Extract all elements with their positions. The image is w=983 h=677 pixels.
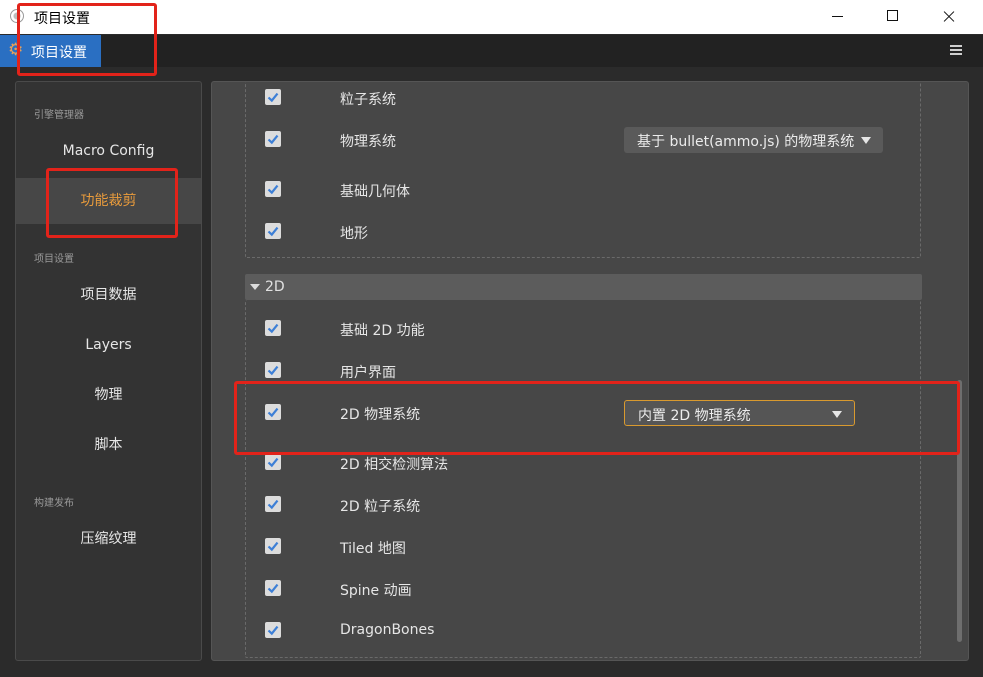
annotation-box-title: [17, 3, 157, 76]
row-label: 基础几何体: [340, 184, 410, 200]
annotation-box-sidebar: [46, 168, 178, 238]
row-label: Tiled 地图: [340, 541, 406, 557]
sidebar-section-title: 项目设置: [34, 254, 74, 265]
sidebar-item-physics[interactable]: 物理: [16, 372, 201, 418]
sidebar-item-texture-compression[interactable]: 压缩纹理: [16, 516, 201, 562]
checkbox-tiled-map[interactable]: [265, 538, 281, 554]
list-item: 基础 2D 功能: [245, 314, 921, 344]
list-item: 2D 粒子系统: [245, 490, 921, 520]
checkbox-primitives[interactable]: [265, 181, 281, 197]
feature-cropping-panel: 粒子系统 物理系统 基于 bullet(ammo.js) 的物理系统 基础几何体…: [211, 81, 969, 661]
checkbox-dragonbones[interactable]: [265, 622, 281, 638]
row-label: 2D 粒子系统: [340, 499, 421, 515]
checkbox-spine[interactable]: [265, 580, 281, 596]
group-2d-box: [245, 300, 921, 658]
list-item: 物理系统 基于 bullet(ammo.js) 的物理系统: [245, 125, 921, 155]
row-label: 2D 相交检测算法: [340, 457, 449, 473]
minimize-button[interactable]: [815, 0, 861, 34]
sidebar-item-scripts[interactable]: 脚本: [16, 422, 201, 468]
hamburger-menu-icon[interactable]: [950, 45, 962, 55]
checkbox-physics-system[interactable]: [265, 131, 281, 147]
row-label: 物理系统: [340, 134, 396, 150]
maximize-button[interactable]: [870, 0, 916, 34]
list-item: DragonBones: [245, 616, 921, 646]
list-item: 地形: [245, 217, 921, 247]
list-item: 基础几何体: [245, 175, 921, 205]
row-label: 用户界面: [340, 365, 396, 381]
row-label: 基础 2D 功能: [340, 323, 425, 339]
sidebar-item-layers[interactable]: Layers: [16, 322, 201, 368]
list-item: Spine 动画: [245, 574, 921, 604]
caret-down-icon: [250, 284, 260, 290]
row-label: 粒子系统: [340, 92, 396, 108]
dropdown-arrow-icon: [861, 137, 871, 144]
checkbox-particle-system[interactable]: [265, 89, 281, 105]
sidebar-item-project-data[interactable]: 项目数据: [16, 272, 201, 318]
row-label: 地形: [340, 226, 368, 242]
sidebar-section-title: 引擎管理器: [34, 110, 84, 121]
list-item: Tiled 地图: [245, 532, 921, 562]
physics-engine-select[interactable]: 基于 bullet(ammo.js) 的物理系统: [624, 127, 883, 153]
select-value: 基于 bullet(ammo.js) 的物理系统: [637, 134, 855, 150]
row-label: Spine 动画: [340, 583, 412, 599]
close-button[interactable]: [926, 0, 972, 34]
group-title: 2D: [265, 279, 285, 295]
checkbox-particle-2d[interactable]: [265, 496, 281, 512]
checkbox-intersection-2d[interactable]: [265, 454, 281, 470]
checkbox-terrain[interactable]: [265, 223, 281, 239]
sidebar-section-title: 构建发布: [34, 498, 74, 509]
checkbox-ui[interactable]: [265, 362, 281, 378]
group-2d-header[interactable]: 2D: [245, 274, 922, 300]
list-item: 粒子系统: [245, 83, 921, 113]
row-label: DragonBones: [340, 622, 435, 638]
annotation-box-physics-2d: [234, 381, 960, 455]
checkbox-base-2d[interactable]: [265, 320, 281, 336]
